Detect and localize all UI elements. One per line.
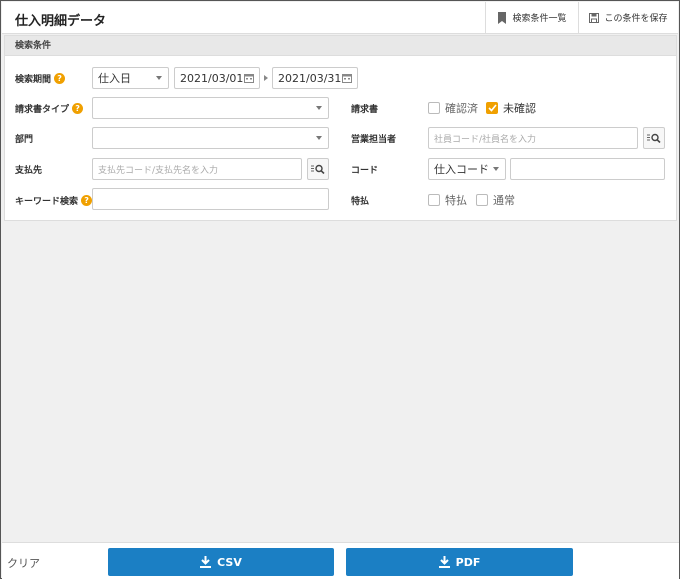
supplier-input[interactable]: 支払先コード/支払先名を入力 — [92, 158, 302, 180]
invoice-confirmed-checkbox[interactable]: 確認済 — [428, 100, 478, 116]
check-icon — [487, 104, 497, 112]
save-condition-label: この条件を保存 — [604, 14, 668, 24]
invoice-unconfirmed-label: 未確認 — [503, 102, 536, 115]
invoice-type-select[interactable] — [92, 97, 329, 119]
checkbox-box[interactable] — [428, 102, 440, 114]
chevron-down-icon — [493, 167, 499, 171]
clear-button[interactable]: クリア — [7, 555, 40, 571]
keyword-label: キーワード検索 — [15, 197, 79, 207]
normal-payment-option-label: 通常 — [493, 194, 515, 207]
search-panel-title: 検索条件 — [5, 36, 676, 56]
sales-person-search-button[interactable] — [643, 127, 665, 149]
keyword-input[interactable] — [92, 188, 329, 210]
page-header: 仕入明細データ 検索条件一覧 この条件を保存 — [2, 2, 678, 34]
pdf-label: PDF — [455, 555, 481, 569]
department-label: 部門 — [15, 135, 34, 145]
download-icon — [438, 556, 450, 568]
help-icon[interactable]: ? — [81, 195, 93, 206]
supplier-placeholder: 支払先コード/支払先名を入力 — [98, 165, 219, 176]
help-icon[interactable]: ? — [54, 73, 66, 84]
invoice-label: 請求書 — [351, 105, 379, 115]
checkbox-box[interactable] — [476, 194, 488, 206]
keyword-label-group: キーワード検索 ? — [15, 194, 93, 207]
invoice-unconfirmed-checkbox[interactable]: 未確認 — [486, 100, 536, 116]
calendar-icon[interactable] — [244, 73, 254, 83]
help-icon[interactable]: ? — [72, 103, 84, 114]
normal-payment-checkbox[interactable]: 通常 — [476, 192, 515, 208]
special-payment-label: 特払 — [351, 197, 370, 207]
search-icon — [311, 164, 325, 174]
code-input[interactable] — [510, 158, 665, 180]
action-footer: クリア CSV PDF — [2, 542, 679, 579]
code-type-value: 仕入コード — [434, 163, 489, 176]
sales-person-input[interactable]: 社員コード/社員名を入力 — [428, 127, 638, 149]
date-from-value: 2021/03/01 — [180, 71, 244, 85]
sales-person-label: 営業担当者 — [351, 135, 397, 145]
department-select[interactable] — [92, 127, 329, 149]
checkbox-box-checked[interactable] — [486, 102, 498, 114]
period-label: 検索期間 — [15, 75, 52, 85]
period-type-select[interactable]: 仕入日 — [92, 67, 169, 89]
bookmark-icon — [498, 11, 507, 24]
supplier-search-button[interactable] — [307, 158, 329, 180]
sales-person-placeholder: 社員コード/社員名を入力 — [434, 134, 537, 145]
date-to-input[interactable]: 2021/03/31 — [272, 67, 358, 89]
chevron-down-icon — [316, 136, 322, 140]
range-arrow-icon — [264, 75, 268, 81]
chevron-down-icon — [316, 106, 322, 110]
csv-download-button[interactable]: CSV — [108, 548, 334, 576]
period-type-value: 仕入日 — [98, 72, 131, 85]
date-to-value: 2021/03/31 — [278, 71, 342, 85]
search-condition-list-button[interactable]: 検索条件一覧 — [485, 2, 578, 33]
save-icon — [589, 12, 600, 23]
app-window: 仕入明細データ 検索条件一覧 この条件を保存 検索条件 検索期間 ? 仕入日 2… — [0, 0, 680, 579]
period-label-group: 検索期間 ? — [15, 72, 66, 85]
invoice-type-label: 請求書タイプ — [15, 105, 70, 115]
special-payment-checkbox[interactable]: 特払 — [428, 192, 467, 208]
invoice-confirmed-label: 確認済 — [445, 102, 478, 115]
pdf-download-button[interactable]: PDF — [346, 548, 573, 576]
save-condition-button[interactable]: この条件を保存 — [578, 2, 678, 33]
search-icon — [647, 133, 661, 143]
csv-label: CSV — [217, 555, 242, 569]
search-condition-list-label: 検索条件一覧 — [512, 14, 567, 24]
date-from-input[interactable]: 2021/03/01 — [174, 67, 260, 89]
supplier-label: 支払先 — [15, 166, 43, 176]
checkbox-box[interactable] — [428, 194, 440, 206]
search-panel: 検索条件 検索期間 ? 仕入日 2021/03/01 2021/03/31 請求… — [4, 35, 677, 221]
download-icon — [200, 556, 212, 568]
invoice-type-label-group: 請求書タイプ ? — [15, 102, 84, 115]
code-type-select[interactable]: 仕入コード — [428, 158, 506, 180]
code-label: コード — [351, 166, 379, 176]
special-payment-option-label: 特払 — [445, 194, 467, 207]
chevron-down-icon — [156, 76, 162, 80]
calendar-icon[interactable] — [342, 73, 352, 83]
page-title: 仕入明細データ — [15, 14, 107, 29]
